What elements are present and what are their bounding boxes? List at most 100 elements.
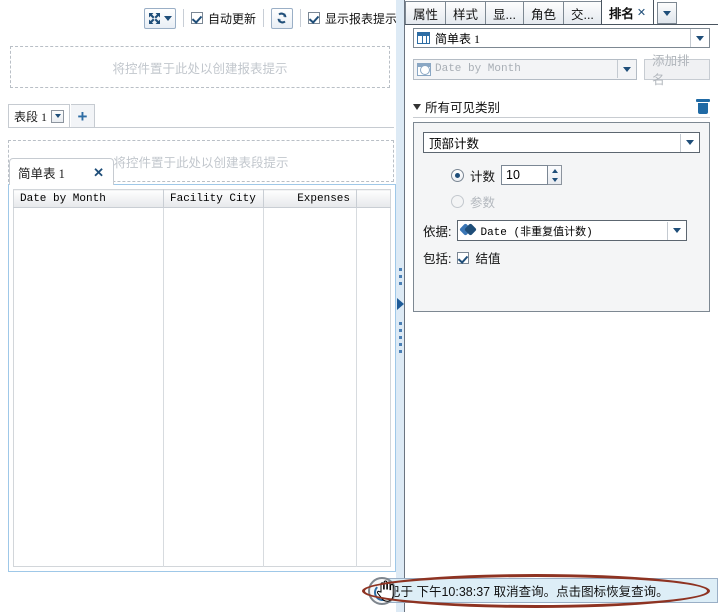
- date-time-icon: [417, 62, 431, 76]
- include-ties-label: 结值: [475, 252, 501, 266]
- add-rank-button[interactable]: 添加排名: [644, 54, 710, 87]
- table-header-row: Date by Month Facility City Expenses: [13, 189, 391, 208]
- tab-interaction[interactable]: 交...: [562, 1, 602, 24]
- add-section-button[interactable]: +: [71, 104, 95, 127]
- rank-type-value: 顶部计数: [429, 137, 480, 151]
- section-tabstrip: 表段 1 +: [8, 104, 394, 128]
- triangle-down-icon: [413, 103, 421, 110]
- canvas-toolbar: 自动更新 显示报表提示: [0, 0, 405, 36]
- rank-field-value: Date by Month: [435, 63, 521, 75]
- count-option-row: 计数 10: [451, 165, 563, 185]
- count-stepper-buttons[interactable]: [548, 165, 563, 185]
- section-tab-1[interactable]: 表段 1: [8, 104, 71, 127]
- param-option-row: 参数: [451, 192, 495, 211]
- tab-roles[interactable]: 角色: [522, 1, 564, 24]
- rank-group-expander[interactable]: 所有可见类别: [413, 97, 500, 116]
- table-cell: [13, 207, 164, 567]
- show-report-hints-checkbox-box: [307, 12, 320, 24]
- tab-ranking[interactable]: 排名 ✕: [600, 0, 655, 24]
- table-cell: [163, 207, 264, 567]
- auto-refresh-checkbox-box: [190, 12, 203, 24]
- section-tab-dropdown-button[interactable]: [51, 109, 65, 123]
- include-row: 包括: 结值: [423, 248, 501, 267]
- simple-table: Date by Month Facility City Expenses: [13, 189, 391, 567]
- param-label: 参数: [470, 196, 496, 210]
- add-rank-label: 添加排名: [652, 54, 690, 87]
- tab-label: 属性: [413, 7, 439, 22]
- tab-display[interactable]: 显...: [485, 1, 524, 24]
- status-message: 已于 下午10:38:37 取消查询。点击图标恢复查询。: [388, 585, 669, 599]
- rank-group-title: 所有可见类别: [425, 101, 501, 115]
- count-radio[interactable]: [451, 168, 464, 182]
- simple-table-widget[interactable]: Date by Month Facility City Expenses: [8, 184, 396, 572]
- include-label: 包括:: [423, 252, 452, 266]
- rank-field-row: Date by Month 添加排名: [413, 54, 710, 87]
- report-prompt-dropzone[interactable]: 将控件置于此处以创建报表提示: [10, 46, 390, 88]
- tab-label: 交...: [570, 7, 594, 22]
- toolbar-separator-2: [262, 9, 264, 27]
- rank-type-arrow[interactable]: [680, 133, 699, 152]
- tabs-overflow-button[interactable]: [657, 2, 678, 24]
- table-widget-tab[interactable]: 简单表 1 ✕: [9, 158, 114, 185]
- measure-tags-icon: [461, 224, 476, 237]
- report-designer-window: 自动更新 显示报表提示 将控件置于此处以创建报表提示 表段 1 + 将控件置于此…: [0, 0, 718, 612]
- close-icon[interactable]: ✕: [93, 166, 104, 179]
- table-column-header[interactable]: Date by Month: [13, 189, 164, 208]
- spin-up-icon[interactable]: [548, 166, 561, 175]
- add-section-label: +: [77, 106, 88, 126]
- properties-tabstrip: 属性 样式 显... 角色 交... 排名 ✕: [405, 0, 718, 25]
- include-ties-checkbox[interactable]: [457, 251, 470, 264]
- status-bar: 已于 下午10:38:37 取消查询。点击图标恢复查询。: [381, 578, 718, 603]
- basis-dropdown[interactable]: Date (非重复值计数): [457, 220, 688, 241]
- chevron-down-icon: [663, 10, 672, 16]
- drag-grip-icon: [399, 322, 402, 357]
- tab-label: 样式: [453, 7, 479, 22]
- table-widget-tab-label: 简单表 1: [18, 166, 65, 181]
- count-stepper[interactable]: 10: [501, 165, 563, 185]
- tab-style[interactable]: 样式: [445, 1, 487, 24]
- rank-field-arrow[interactable]: [617, 60, 636, 78]
- refresh-icon: [277, 12, 287, 24]
- drag-grip-icon: [399, 268, 402, 289]
- tab-properties[interactable]: 属性: [405, 1, 447, 24]
- count-label: 计数: [470, 169, 496, 184]
- table-column-header[interactable]: Facility City: [163, 189, 264, 208]
- chevron-down-icon: [673, 228, 682, 233]
- section-tab-label: 表段 1: [14, 109, 48, 124]
- pane-splitter[interactable]: [396, 0, 405, 612]
- triangle-right-icon[interactable]: [397, 298, 404, 310]
- rank-type-dropdown[interactable]: 顶部计数: [423, 132, 700, 153]
- spin-down-icon[interactable]: [548, 175, 561, 184]
- basis-arrow[interactable]: [667, 221, 686, 240]
- trash-icon[interactable]: [696, 99, 710, 114]
- rank-field-dropdown[interactable]: Date by Month: [413, 58, 638, 80]
- properties-pane: 属性 样式 显... 角色 交... 排名 ✕ 简单表 1 Date by Mo…: [405, 0, 718, 612]
- tab-label: 排名: [608, 6, 634, 21]
- toolbar-separator-1: [182, 9, 184, 27]
- chevron-down-icon: [696, 35, 704, 41]
- expand-arrows-icon: [148, 12, 160, 24]
- toolbar-separator-3: [299, 9, 301, 27]
- object-chooser-value: 简单表 1: [435, 31, 481, 46]
- object-chooser-dropdown[interactable]: 简单表 1: [413, 28, 710, 48]
- rank-settings-panel: 顶部计数 计数 10 参数 依据: Date (非重复值计数) 包括: 结值: [413, 122, 710, 312]
- table-column-header[interactable]: [356, 189, 391, 208]
- report-canvas-pane: 自动更新 显示报表提示 将控件置于此处以创建报表提示 表段 1 + 将控件置于此…: [0, 0, 405, 612]
- show-report-hints-checkbox[interactable]: 显示报表提示: [307, 10, 397, 27]
- expand-button[interactable]: [143, 7, 176, 29]
- param-radio[interactable]: [451, 195, 464, 208]
- object-chooser-arrow[interactable]: [690, 29, 709, 47]
- auto-refresh-checkbox[interactable]: 自动更新: [190, 10, 256, 27]
- basis-row: 依据: Date (非重复值计数): [423, 220, 688, 241]
- auto-refresh-label: 自动更新: [207, 11, 256, 26]
- close-icon[interactable]: ✕: [637, 6, 646, 19]
- refresh-button[interactable]: [270, 7, 293, 29]
- count-input[interactable]: 10: [501, 165, 549, 185]
- basis-value: Date (非重复值计数): [480, 226, 593, 239]
- hand-pointer-cursor: [376, 580, 394, 602]
- show-report-hints-label: 显示报表提示: [324, 11, 397, 26]
- basis-label: 依据:: [423, 225, 452, 239]
- tab-label: 显...: [493, 7, 516, 22]
- table-column-header[interactable]: Expenses: [263, 189, 357, 208]
- section-dropzone-text: 将控件置于此处以创建表段提示: [113, 155, 289, 170]
